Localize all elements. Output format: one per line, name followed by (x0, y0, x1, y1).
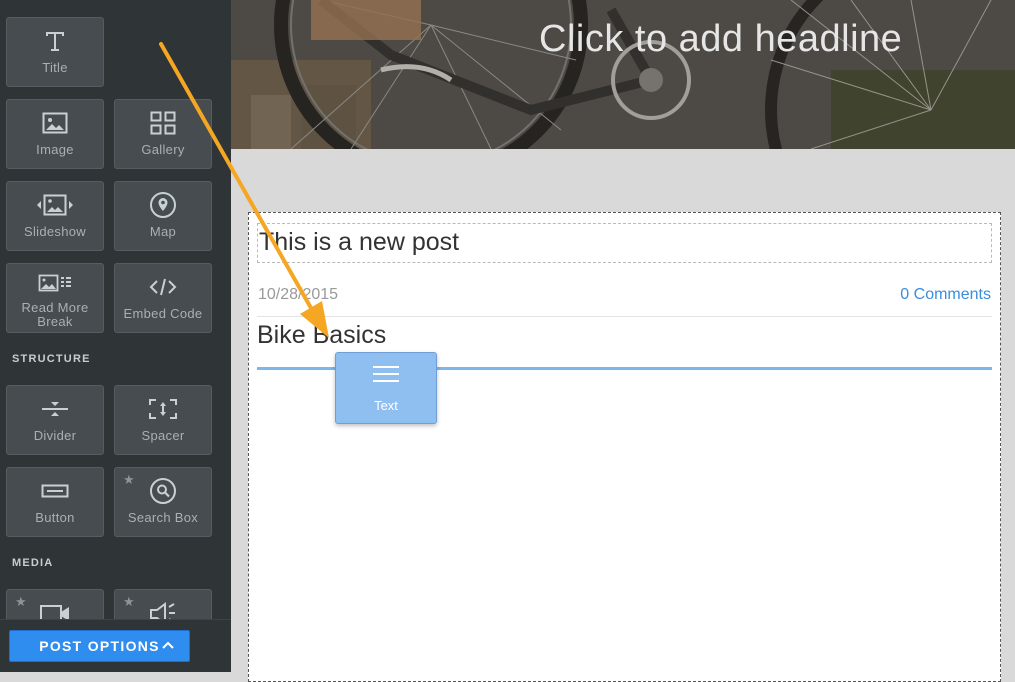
element-tile-label: Slideshow (24, 224, 86, 239)
post-options-bar: POST OPTIONS (0, 619, 231, 672)
slideshow-icon (7, 192, 103, 218)
post-body-heading[interactable]: Bike Basics (257, 321, 386, 350)
title-t-icon (7, 28, 103, 54)
button-icon (7, 478, 103, 504)
section-heading-media: MEDIA (12, 557, 54, 569)
hero-banner[interactable]: Click to add headline (231, 0, 1015, 149)
element-tile-map[interactable]: Map (114, 181, 212, 251)
chevron-up-icon (161, 638, 175, 655)
divider-icon (7, 396, 103, 422)
meta-divider (257, 316, 992, 317)
element-tile-image[interactable]: Image (6, 99, 104, 169)
post-content-area[interactable]: This is a new post 10/28/2015 0 Comments… (248, 212, 1001, 682)
image-icon (7, 110, 103, 136)
hero-headline[interactable]: Click to add headline (539, 18, 902, 61)
element-tile-label: Embed Code (123, 306, 203, 321)
element-tile-label: Map (149, 224, 177, 239)
element-tile-slideshow[interactable]: Slideshow (6, 181, 104, 251)
read-more-icon (7, 272, 103, 294)
element-tile-divider[interactable]: Divider (6, 385, 104, 455)
map-pin-icon (115, 192, 211, 218)
dragged-element-label: Text (374, 398, 398, 413)
post-options-button[interactable]: POST OPTIONS (9, 630, 190, 662)
section-heading-structure: STRUCTURE (12, 353, 91, 365)
elements-sidebar: Title Image Gallery Slideshow Map Read M… (0, 0, 231, 672)
element-tile-label: Spacer (141, 428, 185, 443)
element-tile-search-box[interactable]: ★ Search Box (114, 467, 212, 537)
element-tile-label: Image (36, 142, 74, 157)
element-tile-label: Search Box (127, 510, 199, 525)
element-tile-read-more-break[interactable]: Read More Break (6, 263, 104, 333)
gallery-grid-icon (115, 110, 211, 136)
post-title: This is a new post (259, 228, 460, 256)
element-tile-label: Title (42, 60, 68, 75)
element-tile-label: Button (35, 510, 75, 525)
post-title-field[interactable]: This is a new post (257, 223, 992, 263)
spacer-icon (115, 396, 211, 422)
element-tile-embed-code[interactable]: Embed Code (114, 263, 212, 333)
element-tile-button[interactable]: Button (6, 467, 104, 537)
element-tile-gallery[interactable]: Gallery (114, 99, 212, 169)
element-tile-title[interactable]: Title (6, 17, 104, 87)
search-icon (115, 478, 211, 504)
element-tile-spacer[interactable]: Spacer (114, 385, 212, 455)
comments-link[interactable]: 0 Comments (900, 286, 991, 304)
dragged-text-element[interactable]: Text (335, 352, 437, 424)
text-lines-icon (336, 365, 436, 383)
post-options-label: POST OPTIONS (39, 638, 160, 654)
element-tile-label: Gallery (141, 142, 185, 157)
element-tile-label: Read More Break (21, 300, 89, 329)
element-tile-label: Divider (33, 428, 77, 443)
code-icon (115, 274, 211, 300)
post-date: 10/28/2015 (258, 286, 339, 303)
